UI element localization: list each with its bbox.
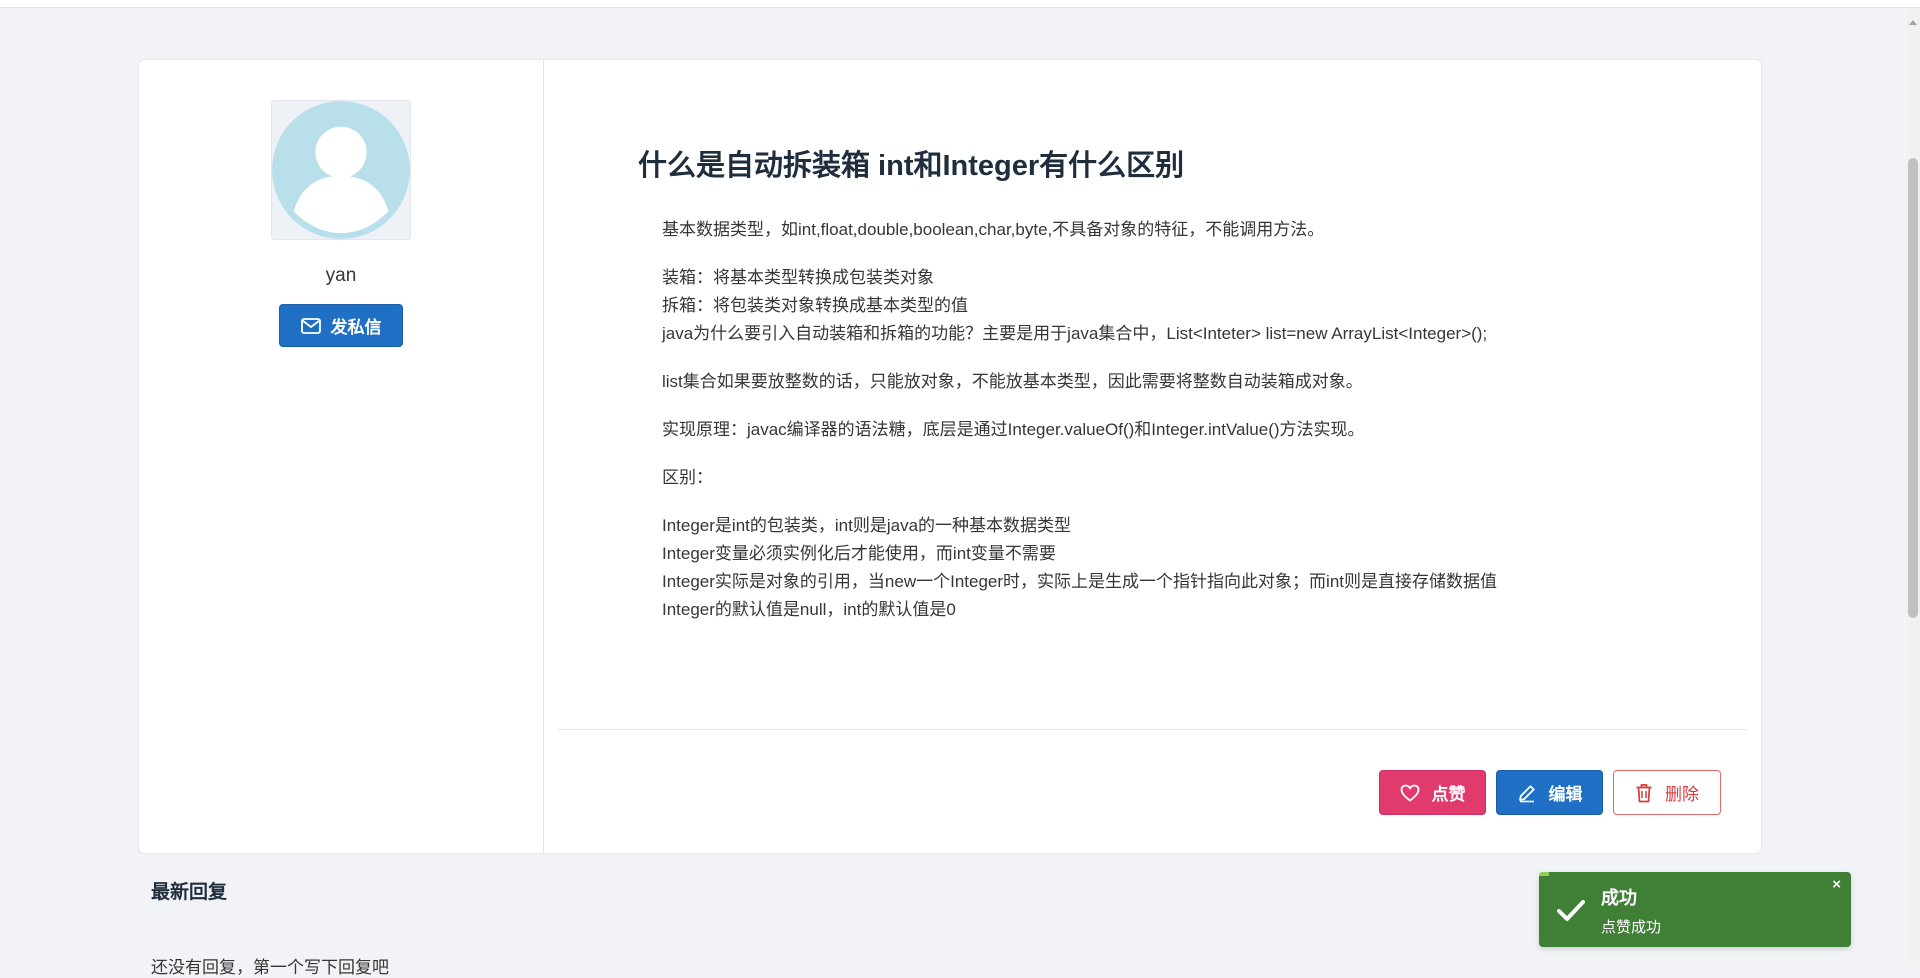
post-line: Integer是int的包装类，int则是java的一种基本数据类型: [662, 516, 1072, 535]
toast-message: 点赞成功: [1601, 919, 1662, 936]
edit-button[interactable]: 编辑: [1496, 770, 1603, 815]
like-button-label: 点赞: [1431, 785, 1466, 804]
post-line: Integer实际是对象的引用，当new一个Integer时，实际上是生成一个指…: [662, 572, 1497, 591]
envelope-icon: [300, 317, 321, 334]
author-username[interactable]: yan: [139, 265, 543, 287]
avatar[interactable]: [271, 100, 411, 240]
post-paragraph: 实现原理：javac编译器的语法糖，底层是通过Integer.valueOf()…: [662, 416, 1702, 444]
post-divider: [558, 729, 1748, 730]
post-title: 什么是自动拆装箱 int和Integer有什么区别: [638, 150, 1185, 182]
post-paragraph: 区别：: [662, 464, 1702, 492]
edit-icon: [1518, 784, 1535, 802]
post-line: 基本数据类型，如int,float,double,boolean,char,by…: [662, 220, 1325, 239]
delete-button-label: 删除: [1665, 785, 1699, 804]
post-paragraph: 装箱：将基本类型转换成包装类对象 拆箱：将包装类对象转换成基本类型的值 java…: [662, 264, 1702, 348]
scrollbar-thumb[interactable]: [1908, 158, 1918, 618]
post-line: 区别：: [662, 468, 713, 487]
checkmark-icon: [1557, 900, 1585, 921]
post-line: java为什么要引入自动装箱和拆箱的功能？主要是用于java集合中，List<I…: [662, 324, 1488, 343]
post-line: Integer的默认值是null，int的默认值是0: [662, 600, 956, 619]
post-actions: 点赞 编辑 删除: [1379, 770, 1721, 815]
post-body: 基本数据类型，如int,float,double,boolean,char,by…: [662, 216, 1702, 644]
toast-title: 成功: [1601, 888, 1637, 908]
post-line: 实现原理：javac编译器的语法糖，底层是通过Integer.valueOf()…: [662, 420, 1365, 439]
post-line: list集合如果要放整数的话，只能放对象，不能放基本类型，因此需要将整数自动装箱…: [662, 372, 1363, 391]
success-toast[interactable]: 成功 点赞成功 ×: [1539, 872, 1851, 947]
post-paragraph: list集合如果要放整数的话，只能放对象，不能放基本类型，因此需要将整数自动装箱…: [662, 368, 1702, 396]
user-avatar-icon: [272, 101, 410, 239]
page-scrollbar[interactable]: [1906, 8, 1920, 966]
toast-progress-bar: [1539, 872, 1549, 876]
scroll-up-arrow-icon[interactable]: [1909, 20, 1917, 25]
post-line: 装箱：将基本类型转换成包装类对象: [662, 268, 934, 287]
toast-close-icon[interactable]: ×: [1832, 876, 1841, 893]
post-paragraph: Integer是int的包装类，int则是java的一种基本数据类型 Integ…: [662, 512, 1702, 624]
send-private-message-button[interactable]: 发私信: [279, 304, 403, 347]
top-nav-bar: [0, 0, 1920, 8]
trash-icon: [1636, 783, 1652, 802]
latest-replies-heading: 最新回复: [151, 882, 228, 903]
heart-icon: [1400, 784, 1419, 802]
post-paragraph: 基本数据类型，如int,float,double,boolean,char,by…: [662, 216, 1702, 244]
delete-button[interactable]: 删除: [1613, 770, 1721, 815]
author-profile-card: yan 发私信: [138, 59, 544, 854]
post-line: Integer变量必须实例化后才能使用，而int变量不需要: [662, 544, 1056, 563]
edit-button-label: 编辑: [1548, 785, 1583, 804]
post-card: 什么是自动拆装箱 int和Integer有什么区别 基本数据类型，如int,fl…: [544, 59, 1762, 854]
send-private-message-label: 发私信: [330, 318, 382, 337]
like-button[interactable]: 点赞: [1379, 770, 1486, 815]
post-line: 拆箱：将包装类对象转换成基本类型的值: [662, 296, 968, 315]
